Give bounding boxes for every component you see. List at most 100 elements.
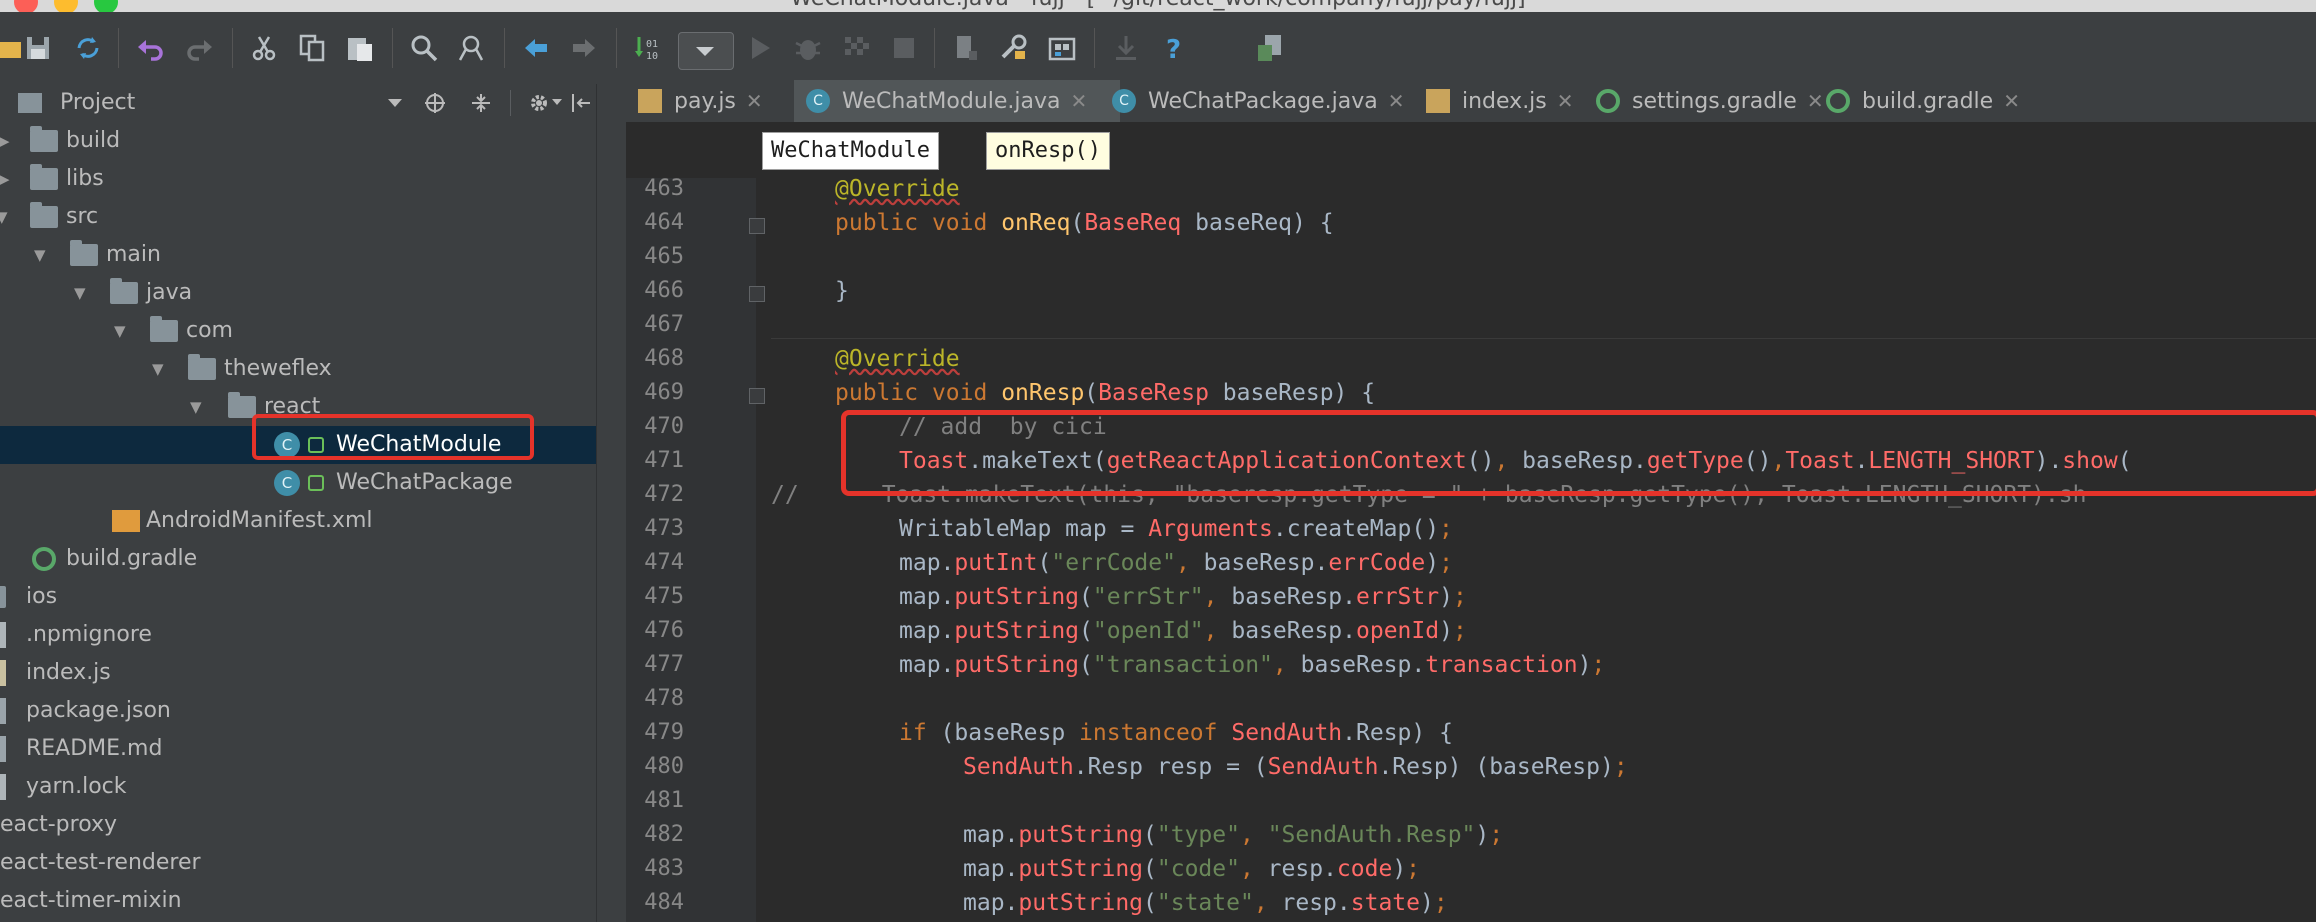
stop-icon[interactable] [888,32,920,64]
tree-item-wechatpackage[interactable]: C WeChatPackage [0,464,596,502]
project-structure-icon[interactable] [998,32,1030,64]
redo-icon[interactable] [184,32,216,64]
tree-item-build[interactable]: ▶ build [0,122,596,160]
tree-item-java[interactable]: ▼ java [0,274,596,312]
code-line: map.putString("transaction", baseResp.tr… [899,652,1606,678]
tab-wechatpackage-java[interactable]: C WeChatPackage.java ✕ [1100,80,1440,122]
run-icon[interactable] [744,32,776,64]
make-project-icon[interactable]: 01 10 [632,32,664,64]
find-icon[interactable] [408,32,440,64]
tree-item-src[interactable]: ▼ src [0,198,596,236]
view-mode-chevron-down-icon[interactable] [388,99,402,107]
svg-text:10: 10 [646,51,658,62]
tree-item-readme[interactable]: README.md [0,730,596,768]
line-number: 484 [644,890,684,915]
copy-icon[interactable] [296,32,328,64]
settings-chevron-icon[interactable] [552,99,562,105]
tree-item-com[interactable]: ▼ com [0,312,596,350]
tree-item-main[interactable]: ▼ main [0,236,596,274]
synchronize-icon[interactable] [72,32,104,64]
tree-item-build-gradle[interactable]: build.gradle [0,540,596,578]
breadcrumb-method[interactable]: onResp() [986,132,1110,170]
attach-debugger-icon[interactable] [950,32,982,64]
help-icon[interactable]: ? [1158,32,1190,64]
expanded-arrow-icon[interactable]: ▼ [74,274,86,312]
close-tab-icon[interactable]: ✕ [2003,89,2020,113]
main-toolbar: 01 10 ? [0,12,2316,85]
collapsed-arrow-icon[interactable]: ▶ [0,122,10,160]
json-file-icon [0,698,6,724]
fold-marker-icon[interactable] [749,388,765,404]
forward-icon[interactable] [568,32,600,64]
close-tab-icon[interactable]: ✕ [746,89,763,113]
collapsed-arrow-icon[interactable]: ▶ [0,160,10,198]
fold-marker-icon[interactable] [749,286,765,302]
expanded-arrow-icon[interactable]: ▼ [152,350,164,388]
project-tree: ▶ build ▶ libs ▼ src ▼ main ▼ java ▼ com… [0,122,596,922]
paste-icon[interactable] [344,32,376,64]
js-file-icon [0,660,6,686]
code-editor[interactable]: 463 464 465 466 467 468 469 470 471 472 … [626,178,2316,922]
expanded-arrow-icon[interactable]: ▼ [0,198,8,236]
tree-item-label: ios [26,584,58,609]
code-line: map.putString("code", resp.code); [963,856,1421,882]
scroll-from-source-icon[interactable] [424,92,446,114]
expanded-arrow-icon[interactable]: ▼ [190,388,202,426]
tree-item-theweflex[interactable]: ▼ theweflex [0,350,596,388]
panel-splitter[interactable] [596,84,627,922]
tab-settings-gradle[interactable]: settings.gradle ✕ [1584,80,1844,122]
folder-icon [30,164,58,190]
collapse-all-icon[interactable] [470,92,492,114]
fold-marker-icon[interactable] [749,218,765,234]
editor-tab-bar: pay.js ✕ C WeChatModule.java ✕ C WeChatPac… [626,76,2316,123]
tree-item-androidmanifest[interactable]: AndroidManifest.xml [0,502,596,540]
sdk-manager-icon[interactable] [1046,32,1078,64]
settings-gear-icon[interactable] [528,92,550,114]
tree-item-label: eact-timer-mixin [0,888,182,913]
expanded-arrow-icon[interactable]: ▼ [114,312,126,350]
tree-item-index-js[interactable]: index.js [0,654,596,692]
folder-icon [0,586,6,608]
tree-item-label: index.js [26,660,111,685]
js-file-icon [638,89,662,113]
line-number: 480 [644,754,684,779]
avd-manager-icon[interactable] [1254,32,1286,64]
expanded-arrow-icon[interactable]: ▼ [34,236,46,274]
code-line: map.putString("openId", baseResp.openId)… [899,618,1467,644]
tree-item-yarn-lock[interactable]: yarn.lock [0,768,596,806]
undo-icon[interactable] [134,32,166,64]
code-line: SendAuth.Resp resp = (SendAuth.Resp) (ba… [963,754,1628,780]
tab-wechatmodule-java[interactable]: C WeChatModule.java ✕ [794,80,1120,122]
tree-item-npmignore[interactable]: .npmignore [0,616,596,654]
line-number: 479 [644,720,684,745]
close-tab-icon[interactable]: ✕ [1071,89,1088,113]
cut-icon[interactable] [248,32,280,64]
text-file-icon [0,774,6,800]
hide-panel-icon[interactable] [570,92,592,114]
svg-text:?: ? [1166,35,1181,63]
project-panel-title[interactable]: Project [60,84,135,122]
tree-item-ios[interactable]: ios [0,578,596,616]
run-configuration-dropdown[interactable] [678,32,734,70]
line-number: 466 [644,278,684,303]
tree-item-react-test-renderer[interactable]: eact-test-renderer [0,844,596,882]
tree-item-package-json[interactable]: package.json [0,692,596,730]
save-all-icon[interactable] [22,32,54,64]
breadcrumb-class[interactable]: WeChatModule [762,132,939,170]
tree-item-libs[interactable]: ▶ libs [0,160,596,198]
coverage-icon[interactable] [840,32,872,64]
tree-item-react-proxy[interactable]: eact-proxy [0,806,596,844]
tree-item-label: .npmignore [26,622,152,647]
close-tab-icon[interactable]: ✕ [1557,89,1574,113]
tab-build-gradle[interactable]: build.gradle ✕ [1814,80,2052,122]
download-icon[interactable] [1110,32,1142,64]
code-line: public void onReq(BaseReq baseReq) { [835,210,1334,236]
debug-icon[interactable] [792,32,824,64]
close-tab-icon[interactable]: ✕ [1388,89,1405,113]
tree-item-label: README.md [26,736,163,761]
back-icon[interactable] [520,32,552,64]
code-line: public void onResp(BaseResp baseResp) { [835,380,1376,406]
tree-item-react-timer-mixin[interactable]: eact-timer-mixin [0,882,596,920]
replace-icon[interactable] [456,32,488,64]
markdown-file-icon [0,736,6,762]
